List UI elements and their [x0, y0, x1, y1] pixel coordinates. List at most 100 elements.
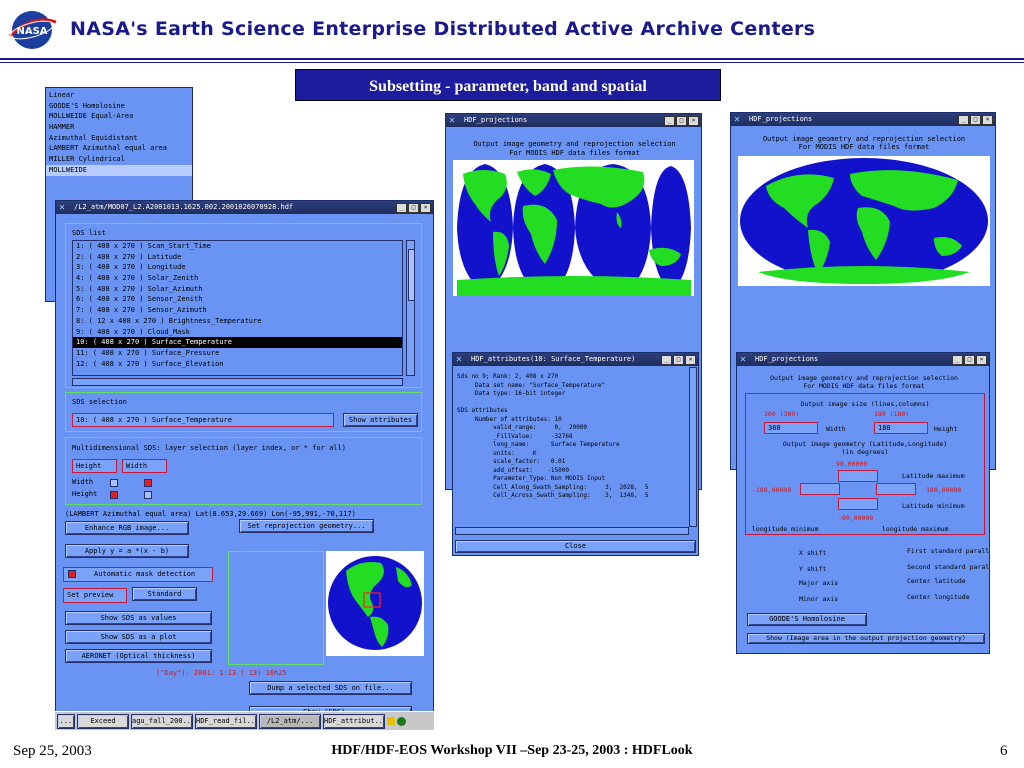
close-icon[interactable]: ×: [976, 355, 987, 365]
taskbar: ... Exceed agu_fall_200... HDF_read_fil.…: [55, 711, 434, 730]
sds-list-item[interactable]: 11: ( 408 x 270 ) Surface_Pressure: [73, 348, 402, 359]
minimize-icon[interactable]: _: [396, 203, 407, 213]
speaker-icon[interactable]: [387, 717, 395, 725]
show-values-button[interactable]: Show SDS as values: [65, 611, 212, 625]
sds-list-item[interactable]: 5: ( 408 x 270 ) Solar_Azimuth: [73, 284, 402, 295]
sds-list-item[interactable]: 1: ( 408 x 270 ) Scan_Start_Time: [73, 241, 402, 252]
horizontal-scrollbar[interactable]: [72, 378, 403, 386]
attr-hscrollbar[interactable]: [455, 527, 689, 535]
hdf-projections-window-3: ✕ HDF_projections _ □ × Output image geome…: [736, 352, 990, 654]
maximize-icon[interactable]: □: [676, 116, 687, 126]
taskbar-item[interactable]: HDF_attribut...: [323, 713, 385, 729]
list-item[interactable]: Linear: [46, 90, 192, 101]
close-icon[interactable]: ×: [982, 115, 993, 125]
lon-min-field[interactable]: [800, 483, 840, 495]
vertical-scrollbar[interactable]: [406, 240, 415, 376]
width-label: Width: [826, 425, 846, 433]
list-item[interactable]: GOODE'S Homolosine: [46, 101, 192, 112]
apply-formula-button[interactable]: Apply y = a *(x - b): [65, 544, 189, 558]
titlebar-1[interactable]: ✕ HDF_projections _ □ ×: [446, 114, 701, 127]
show-area-toggle[interactable]: Show (Image area in the output projectio…: [747, 633, 985, 644]
sds-list-item[interactable]: 9: ( 408 x 270 ) Cloud_Mask: [73, 327, 402, 338]
titlebar-2[interactable]: ✕ HDF_projections _ □ ×: [731, 113, 995, 126]
main-titlebar[interactable]: ✕ /L2_atm/MOD07_L2.A2001013.1625.002.200…: [56, 201, 433, 214]
width-checkbox-2[interactable]: [144, 479, 152, 487]
lat-min-field[interactable]: [838, 498, 878, 510]
lon-max-field[interactable]: [876, 483, 916, 495]
attr-vscrollbar[interactable]: [689, 367, 697, 527]
height-checkbox-1[interactable]: [110, 491, 118, 499]
close-icon[interactable]: ×: [688, 116, 699, 126]
taskbar-item[interactable]: Exceed: [77, 713, 129, 729]
sds-selection-label: SDS selection: [72, 398, 127, 406]
sds-list-item-selected[interactable]: 10: ( 408 x 270 ) Surface_Temperature: [73, 337, 402, 348]
list-item[interactable]: MOLLWEIDE: [46, 164, 192, 176]
sds-list-item[interactable]: 12: ( 408 x 270 ) Surface_Elevation: [73, 359, 402, 370]
list-item[interactable]: HAMMER: [46, 122, 192, 133]
titlebar-3[interactable]: ✕ HDF_projections _ □ ×: [737, 353, 989, 366]
height-checkbox-2[interactable]: [144, 491, 152, 499]
close-icon[interactable]: ×: [685, 355, 696, 365]
lines-field[interactable]: 180: [874, 422, 928, 434]
sds-list-item[interactable]: 4: ( 408 x 270 ) Solar_Zenith: [73, 273, 402, 284]
taskbar-item[interactable]: /L2_atm/...: [259, 713, 321, 729]
sds-list-item[interactable]: 6: ( 408 x 270 ) Sensor_Zenith: [73, 294, 402, 305]
sds-list-item[interactable]: 2: ( 408 x 270 ) Latitude: [73, 252, 402, 263]
maximize-icon[interactable]: □: [408, 203, 419, 213]
taskbar-item[interactable]: HDF_read_fil...: [195, 713, 257, 729]
maximize-icon[interactable]: □: [970, 115, 981, 125]
set-reprojection-button[interactable]: Set reprojection geometry...: [239, 519, 374, 533]
automatic-mask-toggle[interactable]: Automatic mask detection: [63, 567, 213, 582]
param-label: Minor axis: [799, 595, 839, 603]
sds-selection-field[interactable]: 10: ( 408 x 270 ) Surface_Temperature: [72, 413, 334, 427]
list-item[interactable]: LAMBERT Azimuthal equal area: [46, 143, 192, 154]
projection-list[interactable]: Linear GOODE'S Homolosine MOLLWEIDE Equa…: [46, 90, 192, 176]
start-button[interactable]: ...: [57, 713, 75, 729]
minimize-icon[interactable]: _: [952, 355, 963, 365]
close-icon[interactable]: ×: [420, 203, 431, 213]
lat-max-field[interactable]: [838, 470, 878, 482]
lon-max-label: longitude maximum: [882, 525, 949, 533]
dump-sds-button[interactable]: Dump a selected SDS on file...: [249, 681, 412, 695]
minimize-icon[interactable]: _: [664, 116, 675, 126]
mollweide-image: [738, 156, 990, 286]
list-item[interactable]: Azimuthal Equidistant: [46, 133, 192, 144]
minimize-icon[interactable]: _: [661, 355, 672, 365]
param-label: Major axis: [799, 579, 839, 587]
close-button[interactable]: Close: [455, 540, 696, 553]
width-checkbox-1[interactable]: [110, 479, 118, 487]
network-icon[interactable]: [397, 716, 406, 726]
list-item[interactable]: MILLER Cylindrical: [46, 154, 192, 165]
width-field[interactable]: Width: [122, 459, 167, 473]
caption-3a: Output image geometry and reprojection s…: [770, 374, 958, 382]
taskbar-item[interactable]: agu_fall_200...: [131, 713, 193, 729]
preview-panel-left: [228, 551, 324, 665]
caption-1a: Output image geometry and reprojection s…: [473, 140, 676, 148]
geom-label: Output image geometry (Latitude,Longitud…: [782, 440, 948, 448]
set-preview-toggle[interactable]: Set preview: [63, 588, 127, 603]
columns-field[interactable]: 360: [764, 422, 818, 434]
projection-dropdown[interactable]: GOODE'S Homolosine: [747, 613, 867, 626]
attr-titlebar[interactable]: ✕ HDF_attributes(10: Surface_Temperature…: [453, 353, 698, 366]
sds-selection-group: SDS selection 10: ( 408 x 270 ) Surface_…: [65, 392, 422, 432]
show-plot-button[interactable]: Show SDS as a plot: [65, 630, 212, 644]
aeronet-button[interactable]: AERONET (Optical thickness): [65, 649, 212, 663]
standard-dropdown[interactable]: Standard: [132, 587, 197, 601]
list-item[interactable]: MOLLWEIDE Equal-Area: [46, 111, 192, 122]
attr-line: Parameter_Type: Non MODIS Input: [457, 475, 606, 482]
show-attributes-button[interactable]: Show attributes: [343, 413, 418, 427]
sds-list-item[interactable]: 8: ( 12 x 408 x 270 ) Brightness_Tempera…: [73, 316, 402, 327]
height-field[interactable]: Height: [72, 459, 117, 473]
sds-list-item[interactable]: 3: ( 408 x 270 ) Longitude: [73, 262, 402, 273]
sds-list-item[interactable]: 7: ( 408 x 270 ) Sensor_Azimuth: [73, 305, 402, 316]
maximize-icon[interactable]: □: [673, 355, 684, 365]
attr-line: Cell_Along_Swath_Sampling: 3, 2028, 5: [457, 483, 649, 491]
attr-line: Number of attributes: 10: [457, 415, 562, 423]
minimize-icon[interactable]: _: [958, 115, 969, 125]
mask-checkbox[interactable]: [68, 570, 76, 578]
enhance-rgb-button[interactable]: Enhance RGB image...: [65, 521, 189, 535]
sds-list[interactable]: 1: ( 408 x 270 ) Scan_Start_Time 2: ( 40…: [72, 240, 403, 376]
layer-selection-group: Multidimensional SDS: layer selection (l…: [65, 437, 422, 505]
maximize-icon[interactable]: □: [964, 355, 975, 365]
attr-line: [457, 399, 687, 408]
